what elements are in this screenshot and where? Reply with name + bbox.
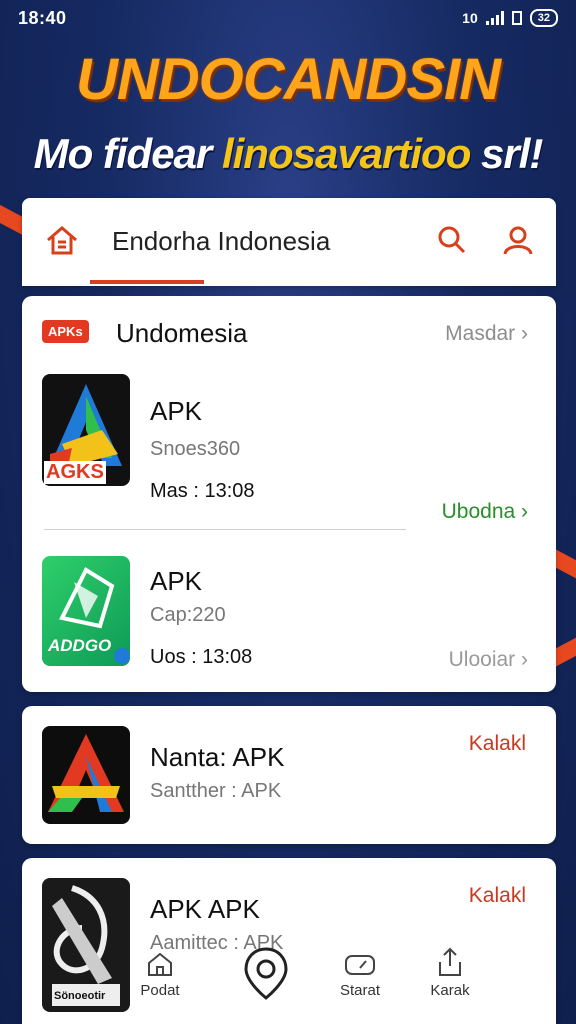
battery-small-icon	[511, 11, 522, 25]
app-date-1: Mas : 13:08	[150, 480, 255, 502]
nav-item-location[interactable]	[238, 946, 294, 1004]
app-action-4[interactable]: Kalakl	[469, 884, 526, 908]
battery-icon: 32	[529, 9, 558, 27]
section-more-label: Masdar	[445, 322, 516, 345]
app-meta-1: Snoes360	[150, 438, 241, 460]
header-title: Endorha Indonesia	[112, 226, 331, 256]
home-icon[interactable]	[44, 222, 80, 258]
app-icon-2[interactable]: ADDGO	[42, 556, 130, 666]
banner-sub-c: srl!	[470, 130, 543, 177]
nav-item-podat[interactable]: Podat	[130, 950, 190, 999]
nav-label-starat: Starat	[339, 982, 381, 999]
section-more-link[interactable]: Masdar ›	[445, 322, 528, 346]
active-tab-indicator	[90, 280, 204, 284]
banner-sub-highlight: linosavartioo	[221, 130, 471, 177]
app-name-4[interactable]: APK APK	[150, 894, 260, 925]
share-icon	[439, 947, 461, 976]
app-icon-4[interactable]: Sönoeotir	[42, 878, 130, 1012]
app-icon-4-label: Sönoeotir	[54, 990, 106, 1002]
app-name-1[interactable]: APK	[150, 396, 202, 427]
status-icons: 10 32	[462, 9, 558, 27]
nav-item-starat[interactable]: Starat	[330, 950, 390, 999]
user-icon[interactable]	[500, 222, 536, 258]
nav-item-karak[interactable]: Karak	[420, 946, 480, 999]
app-card-3: Nanta: APK Santther : APK Kalakl	[22, 706, 556, 844]
app-icon-1[interactable]: AGKS	[42, 374, 130, 486]
app-meta-3: Santther : APK	[150, 780, 282, 802]
app-icon-3[interactable]	[42, 726, 130, 824]
section-title: Undomesia	[116, 318, 248, 348]
app-list-card: APKs Undomesia Masdar › AGKS APK Snoes36…	[22, 296, 556, 692]
status-bar: 18:40 10 32	[0, 0, 576, 36]
signal-icon	[485, 11, 504, 25]
app-action-3[interactable]: Kalakl	[469, 732, 526, 756]
list-divider	[44, 529, 406, 530]
app-action-2[interactable]: Ulooiar ›	[449, 648, 528, 672]
nav-label-podat: Podat	[140, 982, 180, 999]
search-icon[interactable]	[434, 222, 470, 258]
app-date-2: Uos : 13:08	[150, 646, 253, 668]
battery-level: 32	[537, 12, 550, 24]
app-meta-2: Cap:220	[150, 604, 226, 626]
app-action-1[interactable]: Ubodna ›	[442, 500, 528, 524]
banner-subtitle: Mo fidear linosavartioo srl!	[0, 130, 576, 178]
apk-tag-badge: APKs	[42, 320, 89, 343]
bottom-nav: Podat Starat Karak	[130, 946, 490, 1006]
banner-title: UNDOCANDSIN	[76, 47, 501, 112]
banner-sub-a: Mo fidear	[33, 130, 222, 177]
status-time: 18:40	[18, 7, 67, 28]
network-label: 10	[462, 10, 478, 26]
location-pin-icon	[244, 947, 288, 1000]
nav-label-karak: Karak	[430, 982, 470, 999]
app-name-3[interactable]: Nanta: APK	[150, 742, 284, 773]
app-icon-1-label: AGKS	[44, 461, 106, 484]
app-name-2[interactable]: APK	[150, 566, 202, 597]
home-icon	[148, 952, 172, 976]
app-action-1-label: Ubodna	[441, 500, 516, 523]
gauge-icon	[345, 955, 375, 975]
app-action-2-label: Ulooiar	[448, 648, 516, 671]
app-icon-2-label: ADDGO	[48, 636, 112, 655]
app-header: Endorha Indonesia	[22, 198, 556, 286]
